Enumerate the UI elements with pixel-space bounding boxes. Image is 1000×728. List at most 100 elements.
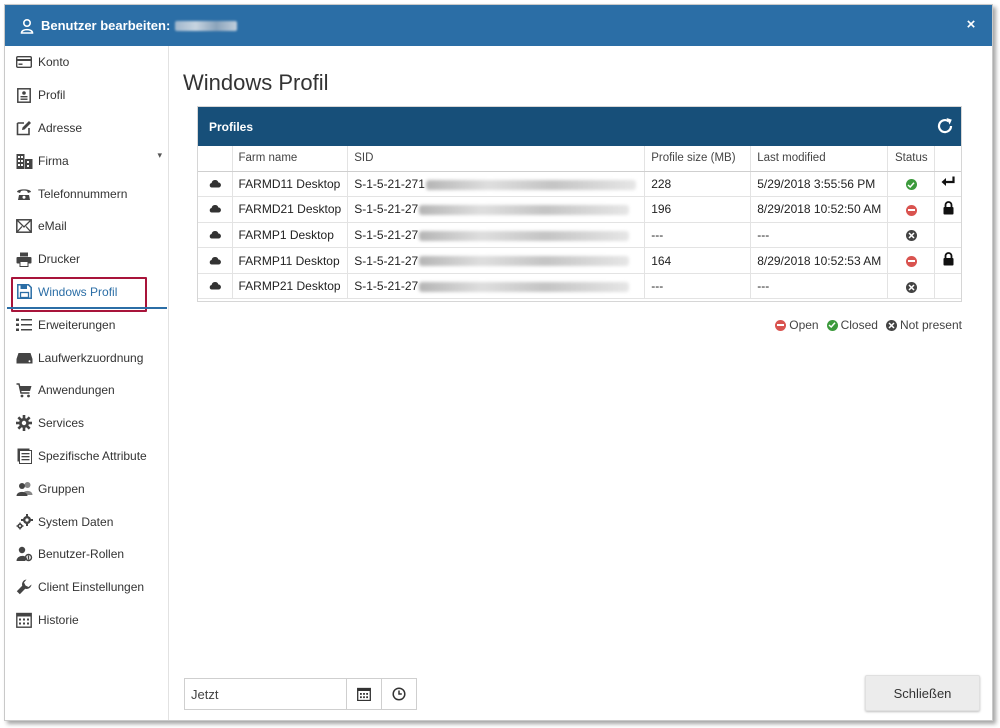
lock-icon[interactable] <box>943 252 954 269</box>
status-closed-icon <box>905 179 917 191</box>
cloud-icon <box>209 254 221 268</box>
sidebar-item-label: eMail <box>38 219 67 234</box>
gear-icon <box>15 414 33 432</box>
cell-profile-size: 196 <box>644 196 752 223</box>
sidebar-item-label: Anwendungen <box>38 383 115 398</box>
sidebar-item-label: Konto <box>38 55 70 70</box>
sidebar-item-email[interactable]: eMail <box>5 210 168 243</box>
sidebar-item-gruppen[interactable]: Gruppen <box>5 472 168 505</box>
cell-farm-name: FARMP11 Desktop <box>232 247 349 274</box>
status-legend: Open Closed Not present <box>775 318 962 332</box>
sidebar-item-label: Laufwerkzuordnung <box>38 350 144 365</box>
date-input[interactable] <box>185 679 346 709</box>
status-closed-icon <box>826 319 838 331</box>
sidebar-item-laufwerkzuordnung[interactable]: Laufwerkzuordnung <box>5 341 168 374</box>
sidebar-item-profil[interactable]: Profil <box>5 79 168 112</box>
cloud-icon <box>209 228 221 242</box>
sidebar-item-spezifische-attribute[interactable]: Spezifische Attribute <box>5 440 168 473</box>
status-not-present-icon <box>905 230 917 242</box>
sidebar-item-label: Erweiterungen <box>38 317 116 332</box>
floppy-disk-icon <box>15 283 33 301</box>
sidebar-item-telefonnummern[interactable]: Telefonnummern <box>5 177 168 210</box>
close-button[interactable]: Schließen <box>865 675 980 711</box>
cell-action <box>934 222 961 249</box>
column-header-sid[interactable]: SID <box>347 146 646 172</box>
dialog-titlebar: Benutzer bearbeiten: × <box>5 5 992 46</box>
column-header-action <box>934 146 961 172</box>
sidebar: Konto Profil Adresse Firma ▾ Telefonnumm… <box>5 46 169 720</box>
legend-closed: Closed <box>826 318 878 332</box>
panel-title: Profiles <box>209 119 254 134</box>
wrench-icon <box>15 578 33 596</box>
cell-farm-name: FARMP1 Desktop <box>232 222 349 249</box>
sidebar-item-erweiterungen[interactable]: Erweiterungen <box>5 308 168 341</box>
cell-action <box>934 171 961 198</box>
redacted-sid <box>419 282 630 292</box>
table-row[interactable]: FARMP21 Desktop S-1-5-21-27 --- --- <box>198 273 961 300</box>
cell-last-modified: 5/29/2018 3:55:56 PM <box>750 171 889 198</box>
legend-not-present-label: Not present <box>899 318 962 332</box>
table-header-row: Farm name SID Profile size (MB) Last mod… <box>198 146 961 172</box>
gears-icon <box>15 513 33 531</box>
sidebar-item-historie[interactable]: Historie <box>5 604 168 637</box>
cell-status <box>887 247 936 274</box>
page-title: Windows Profil <box>183 70 329 95</box>
sidebar-item-system-daten[interactable]: System Daten <box>5 505 168 538</box>
cell-profile-size: 164 <box>644 247 752 274</box>
lock-icon[interactable] <box>943 201 954 218</box>
user-roles-icon <box>15 545 33 563</box>
sidebar-item-label: Client Einstellungen <box>38 580 145 595</box>
table-row[interactable]: FARMD21 Desktop S-1-5-21-27 196 8/29/2018 1… <box>198 196 961 223</box>
cell-sid: S-1-5-21-27 <box>347 273 646 300</box>
chevron-down-icon[interactable]: ▾ <box>157 150 162 161</box>
redacted-sid <box>419 256 630 267</box>
sidebar-item-firma[interactable]: Firma ▾ <box>5 144 168 177</box>
column-header-icon <box>198 146 233 172</box>
sidebar-item-drucker[interactable]: Drucker <box>5 243 168 276</box>
building-icon <box>15 152 33 170</box>
legend-open: Open <box>775 318 819 332</box>
refresh-icon[interactable] <box>935 116 955 136</box>
status-open-icon <box>905 255 917 267</box>
close-icon[interactable]: × <box>962 16 980 34</box>
cell-last-modified: 8/29/2018 10:52:50 AM <box>750 196 889 223</box>
table-row[interactable]: FARMP11 Desktop S-1-5-21-27 164 8/29/2018 1… <box>198 247 961 274</box>
sidebar-item-services[interactable]: Services <box>5 407 168 440</box>
clock-icon <box>392 687 406 701</box>
sidebar-item-client-einstellungen[interactable]: Client Einstellungen <box>5 571 168 604</box>
cell-action <box>934 247 961 274</box>
dialog-title: Benutzer bearbeiten: <box>41 18 171 33</box>
profiles-table: Farm name SID Profile size (MB) Last mod… <box>198 146 961 300</box>
column-header-profile-size[interactable]: Profile size (MB) <box>644 146 752 172</box>
sidebar-item-windows-profil[interactable]: Windows Profil <box>5 276 168 312</box>
column-header-status[interactable]: Status <box>887 146 936 172</box>
time-button[interactable] <box>381 679 416 709</box>
sidebar-item-label: Firma <box>38 153 69 168</box>
legend-closed-label: Closed <box>840 318 878 332</box>
sidebar-item-adresse[interactable]: Adresse <box>5 112 168 145</box>
reply-arrow-icon[interactable] <box>941 176 955 191</box>
status-open-icon <box>905 204 917 216</box>
redacted-username <box>175 20 238 31</box>
table-row[interactable]: FARMD11 Desktop S-1-5-21-271 228 5/29/2018 … <box>198 171 961 198</box>
document-icon <box>15 447 33 465</box>
date-time-picker <box>184 678 417 710</box>
sidebar-item-label: Adresse <box>38 120 83 135</box>
column-header-last-modified[interactable]: Last modified <box>750 146 889 172</box>
phone-icon <box>15 185 33 203</box>
redacted-sid <box>425 179 636 190</box>
table-row[interactable]: FARMP1 Desktop S-1-5-21-27 --- --- <box>198 222 961 249</box>
cell-last-modified: 8/29/2018 10:52:53 AM <box>750 247 889 274</box>
sidebar-item-benutzer-rollen[interactable]: Benutzer-Rollen <box>5 538 168 571</box>
user-icon <box>19 18 35 34</box>
sidebar-item-label: Profil <box>38 88 66 103</box>
column-header-farm-name[interactable]: Farm name <box>232 146 349 172</box>
profile-card-icon <box>15 86 33 104</box>
sidebar-item-anwendungen[interactable]: Anwendungen <box>5 374 168 407</box>
sidebar-item-label: Historie <box>38 612 79 627</box>
cell-sid: S-1-5-21-27 <box>347 222 646 249</box>
sidebar-item-konto[interactable]: Konto <box>5 46 168 79</box>
users-icon <box>15 480 33 498</box>
calendar-button[interactable] <box>346 679 381 709</box>
calendar-grid-icon <box>15 611 33 629</box>
